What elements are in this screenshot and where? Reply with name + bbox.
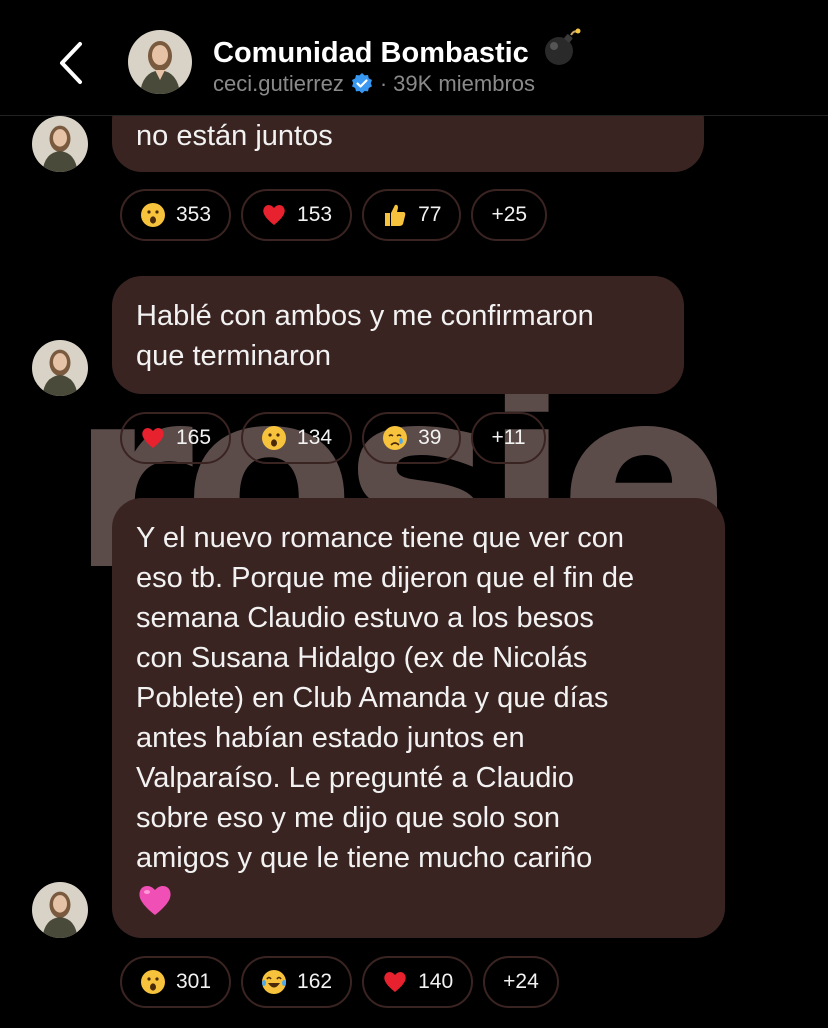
channel-title[interactable]: Comunidad Bombastic — [213, 28, 581, 70]
reaction-chip[interactable]: 301 — [120, 956, 232, 1008]
reaction-bar: 165 134 39 +11 — [120, 412, 546, 464]
reaction-count: 301 — [176, 970, 212, 993]
reaction-count: 353 — [176, 203, 212, 226]
more-reactions-chip[interactable]: +25 — [471, 189, 548, 241]
reaction-chip[interactable]: 140 — [362, 956, 474, 1008]
crying-face-icon — [383, 426, 408, 450]
message-bubble[interactable]: Hablé con ambos y me confirmaron que ter… — [112, 276, 684, 394]
channel-avatar[interactable] — [128, 30, 192, 94]
red-heart-icon — [384, 972, 406, 992]
chevron-left-icon — [60, 42, 82, 84]
reaction-bar: 353 153 77 +25 — [120, 189, 548, 241]
message-text: Hablé con ambos y me confirmaron que ter… — [136, 300, 594, 372]
red-heart-icon — [142, 428, 164, 448]
more-reactions-count: +11 — [491, 426, 526, 449]
chat-header: Comunidad Bombastic ceci.gutierrez · 39K… — [0, 0, 828, 116]
reaction-chip[interactable]: 134 — [241, 412, 353, 464]
sender-avatar[interactable] — [32, 882, 88, 938]
message-text: Y el nuevo romance tiene que ver con eso… — [136, 522, 635, 874]
sender-avatar[interactable] — [32, 340, 88, 396]
reaction-count: 77 — [418, 203, 442, 226]
more-reactions-count: +24 — [503, 970, 539, 993]
reaction-count: 165 — [176, 426, 212, 449]
sender-avatar[interactable] — [32, 116, 88, 172]
reaction-count: 162 — [297, 970, 333, 993]
reaction-bar: 301 162 140 +24 — [120, 956, 559, 1008]
red-heart-icon — [263, 205, 285, 225]
reaction-count: 39 — [418, 426, 442, 449]
surprised-face-icon — [262, 426, 287, 450]
reaction-chip[interactable]: 165 — [120, 412, 232, 464]
surprised-face-icon — [141, 203, 165, 227]
reaction-count: 153 — [297, 203, 333, 226]
surprised-face-icon — [141, 970, 165, 994]
more-reactions-count: +25 — [491, 203, 528, 226]
pink-heart-icon — [139, 885, 171, 915]
separator-dot: · — [379, 71, 388, 96]
reaction-chip[interactable]: 162 — [241, 956, 353, 1008]
more-reactions-chip[interactable]: +11 — [471, 412, 546, 464]
channel-title-text: Comunidad Bombastic — [213, 37, 529, 69]
reaction-count: 134 — [297, 426, 333, 449]
back-button[interactable] — [48, 38, 92, 88]
tears-of-joy-icon — [262, 970, 287, 994]
reaction-chip[interactable]: 77 — [362, 189, 462, 241]
owner-username[interactable]: ceci.gutierrez — [213, 71, 344, 97]
reaction-chip[interactable]: 39 — [362, 412, 462, 464]
message-text: no están juntos — [136, 120, 333, 152]
channel-subtitle: ceci.gutierrez · 39K miembros — [213, 71, 535, 97]
message-bubble[interactable]: Y el nuevo romance tiene que ver con eso… — [112, 498, 725, 938]
reaction-chip[interactable]: 153 — [241, 189, 353, 241]
thumbs-up-icon — [385, 204, 406, 226]
more-reactions-chip[interactable]: +24 — [483, 956, 559, 1008]
bomb-icon — [544, 28, 581, 65]
reaction-count: 140 — [418, 970, 454, 993]
reaction-chip[interactable]: 353 — [120, 189, 232, 241]
member-count: 39K miembros — [393, 71, 536, 96]
verified-badge-icon — [351, 73, 372, 94]
